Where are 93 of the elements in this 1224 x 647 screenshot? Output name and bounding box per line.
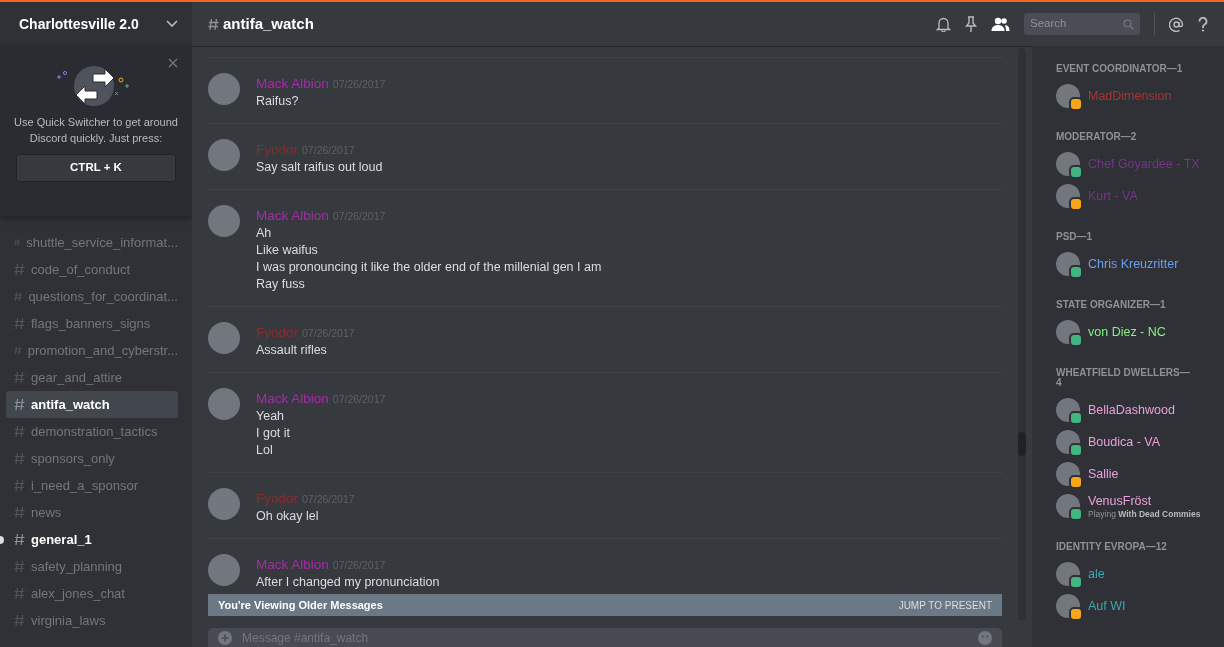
hash-icon bbox=[14, 506, 25, 519]
message-text: I got it bbox=[256, 425, 292, 442]
pin-icon[interactable] bbox=[965, 16, 977, 32]
role-heading: STATE ORGANIZER—1 bbox=[1056, 300, 1167, 310]
hash-icon bbox=[14, 479, 25, 492]
scrollbar-thumb[interactable] bbox=[1018, 432, 1026, 456]
search-icon bbox=[1123, 18, 1134, 30]
hash-icon bbox=[14, 533, 25, 546]
avatar[interactable] bbox=[1056, 184, 1080, 208]
message-text: Lol bbox=[256, 442, 274, 459]
hash-icon bbox=[14, 344, 22, 357]
member-name[interactable]: Chris Kreuzritter bbox=[1088, 256, 1179, 272]
member-name[interactable]: Chef Goyardee - TX bbox=[1088, 156, 1200, 172]
channel-item[interactable]: general_1 bbox=[6, 526, 178, 553]
channel-item[interactable]: promotion_and_cyberstr... bbox=[6, 337, 178, 364]
role-heading: EVENT COORDINATOR—1 bbox=[1056, 64, 1184, 74]
message-text: Raifus? bbox=[256, 93, 300, 110]
avatar[interactable] bbox=[1056, 398, 1080, 422]
channel-item[interactable]: code_of_conduct bbox=[6, 256, 178, 283]
channel-item[interactable]: alex_jones_chat bbox=[6, 580, 178, 607]
member-name[interactable]: Sallie bbox=[1088, 466, 1119, 482]
hash-icon bbox=[14, 317, 25, 330]
bell-icon[interactable] bbox=[936, 16, 951, 32]
member-name[interactable]: von Diez - NC bbox=[1088, 324, 1166, 340]
hash-icon bbox=[14, 263, 25, 276]
members-icon[interactable] bbox=[991, 17, 1010, 31]
channel-item[interactable]: flags_banners_signs bbox=[6, 310, 178, 337]
author-name[interactable]: Mack Albion bbox=[256, 557, 329, 572]
role-heading: PSD—1 bbox=[1056, 232, 1094, 242]
message-text: After I changed my pronunciation bbox=[256, 574, 440, 591]
avatar[interactable] bbox=[1056, 84, 1080, 108]
author-name[interactable]: Mack Albion bbox=[256, 208, 329, 223]
hash-icon bbox=[14, 236, 21, 249]
role-heading: WHEATFIELD DWELLERS—4 bbox=[1056, 368, 1190, 388]
older-messages-label: You're Viewing Older Messages bbox=[218, 597, 383, 613]
jump-to-present-link[interactable]: JUMP TO PRESENT bbox=[898, 597, 992, 613]
member-name[interactable]: ale bbox=[1088, 566, 1105, 582]
message-text: Ah bbox=[256, 225, 273, 242]
channel-item[interactable]: gear_and_attire bbox=[6, 364, 178, 391]
role-heading: IDENTITY EVROPA—12 bbox=[1056, 542, 1168, 552]
avatar[interactable] bbox=[1056, 562, 1080, 586]
message-text: Yeah bbox=[256, 408, 286, 425]
avatar[interactable] bbox=[1056, 594, 1080, 618]
channel-item[interactable]: sponsors_only bbox=[6, 445, 178, 472]
channel-item[interactable]: shuttle_service_informat... bbox=[6, 229, 178, 256]
quick-switcher-hint: Use Quick Switcher to get around Discord quickly. Just press: bbox=[13, 115, 179, 146]
search-field[interactable]: Search bbox=[1024, 13, 1140, 35]
help-icon[interactable] bbox=[1198, 16, 1208, 32]
member-name[interactable]: VenusFröst bbox=[1088, 493, 1201, 509]
at-sign-icon[interactable] bbox=[1169, 16, 1184, 32]
avatar[interactable] bbox=[1056, 462, 1080, 486]
hash-icon bbox=[208, 17, 219, 31]
server-name: Charlottesville 2.0 bbox=[19, 14, 139, 34]
channel-item[interactable]: i_need_a_sponsor bbox=[6, 472, 178, 499]
message-text: Like waifus bbox=[256, 242, 319, 259]
shortcut-button[interactable]: CTRL + K bbox=[16, 154, 176, 182]
avatar[interactable] bbox=[1056, 252, 1080, 276]
hash-icon bbox=[14, 371, 25, 384]
author-name[interactable]: Mack Albion bbox=[256, 76, 329, 91]
channel-item[interactable]: antifa_watch bbox=[6, 391, 178, 418]
member-name[interactable]: Kurt - VA bbox=[1088, 188, 1138, 204]
member-activity: Playing With Dead Commies bbox=[1088, 508, 1201, 519]
avatar[interactable] bbox=[1056, 430, 1080, 454]
hash-icon bbox=[14, 614, 25, 627]
avatar[interactable] bbox=[1056, 152, 1080, 176]
member-name[interactable]: Auf WI bbox=[1088, 598, 1126, 614]
channel-item[interactable]: demonstration_tactics bbox=[6, 418, 178, 445]
channel-item[interactable]: virginia_laws bbox=[6, 607, 178, 634]
avatar[interactable] bbox=[1056, 320, 1080, 344]
chevron-down-icon[interactable] bbox=[166, 20, 178, 28]
channel-item[interactable]: questions_for_coordinat... bbox=[6, 283, 178, 310]
hash-icon bbox=[14, 560, 25, 573]
avatar[interactable] bbox=[1056, 494, 1080, 518]
hash-icon bbox=[14, 587, 25, 600]
hash-icon bbox=[14, 398, 25, 411]
message-text: Say salt raifus out loud bbox=[256, 159, 383, 176]
hash-icon bbox=[14, 425, 25, 438]
member-name[interactable]: Boudica - VA bbox=[1088, 434, 1161, 450]
message-text: Ray fuss bbox=[256, 276, 306, 293]
author-name[interactable]: Mack Albion bbox=[256, 391, 329, 406]
member-name[interactable]: BellaDashwood bbox=[1088, 402, 1175, 418]
hash-icon bbox=[14, 452, 25, 465]
message-text: Oh okay lel bbox=[256, 508, 320, 525]
message-text: Assault rifles bbox=[256, 342, 328, 359]
channel-item[interactable]: safety_planning bbox=[6, 553, 178, 580]
channel-title: antifa_watch bbox=[223, 13, 314, 34]
member-name[interactable]: MadDimension bbox=[1088, 88, 1172, 104]
channel-item[interactable]: news bbox=[6, 499, 178, 526]
message-text: I was pronouncing it like the older end of the millenial gen I am bbox=[256, 259, 602, 276]
role-heading: MODERATOR—2 bbox=[1056, 132, 1138, 142]
search-placeholder: Search bbox=[1030, 16, 1067, 32]
hash-icon bbox=[14, 290, 23, 303]
close-icon[interactable] bbox=[168, 58, 178, 68]
